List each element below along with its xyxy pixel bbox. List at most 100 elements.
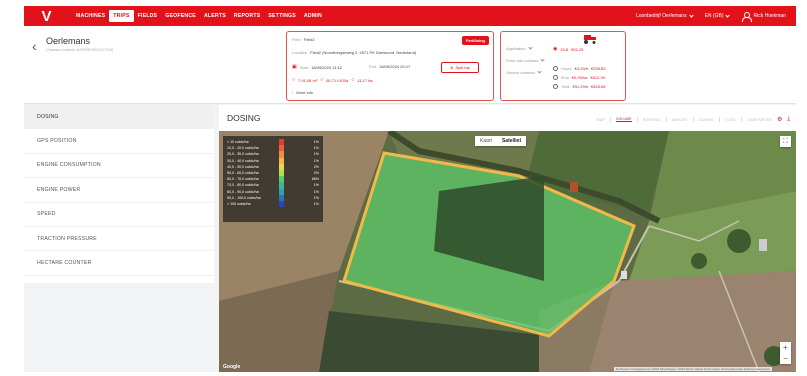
application-cost: €52,29 [571,46,584,52]
legend-range: 80,0 - 90,0 cubic/ha [227,189,259,194]
metrics-row: ○ 7,91,08 m³ ○ 60,71 l/100a ○ 11,17 ha [292,77,373,83]
legend-range: 70,0 - 80,0 cubic/ha [227,183,259,188]
sidebar-item-hectare-counter[interactable]: HECTARE COUNTER [24,251,214,276]
tab-interval[interactable]: INTERVAL [643,118,661,122]
fullscreen-icon[interactable]: ⛶ [780,136,791,147]
farm-building [621,271,627,279]
total-radio[interactable] [553,84,558,89]
application-value: 20,8 [560,46,569,52]
tab-dosing[interactable]: DOSING [699,118,714,122]
ha-radio[interactable] [553,75,558,80]
user-menu[interactable]: Rick Hoekman [741,11,786,22]
legend-range: 40,0 - 50,0 cubic/ha [227,164,259,169]
legend-percentage: 1% [313,195,319,200]
company-selector[interactable]: Loonbedrijf Oerlemans [636,12,694,19]
legend-percentage: 1% [313,201,319,206]
nav-menu: MACHINES TRIPS FIELDS GEOFENCE ALERTS RE… [72,6,326,26]
tab-divider [718,117,720,122]
farm-building [759,239,767,251]
field-value: Field2 [303,37,315,42]
zoom-out-button[interactable]: − [780,353,791,364]
legend-percentage: 1% [313,158,319,163]
total-total: €815,66 [591,84,606,89]
language-selector[interactable]: EN (GB) [705,12,731,19]
sidebar-item-engine-consumption[interactable]: ENGINE CONSUMPTION [24,154,214,179]
legend-percentage: 1% [313,183,319,188]
ha-label: €/ha [561,75,569,80]
volume-icon: ○ [292,77,296,83]
legend-swatch [279,200,284,208]
service-contract-row[interactable]: Service contract [506,69,542,75]
split-trip-label: Split trip [455,65,470,70]
dosing-legend: < 10 cubic/ha 1% 10,0 - 20,0 cubic/ha 1% 20,… [223,136,323,222]
tab-divider [636,117,638,122]
tab-amount[interactable]: AMOUNT [672,118,688,122]
tab-map[interactable]: MAP [597,118,605,122]
hours-radio[interactable] [553,66,558,71]
split-icon: ⋔ [450,65,454,70]
metric-dose: 60,71 l/100a [326,77,349,83]
brand-logo[interactable]: V [24,6,68,26]
tab-volume[interactable]: VOLUME [615,117,632,122]
tractor-icon [584,35,596,44]
settings-icon[interactable]: ⚙ [777,116,782,123]
split-trip-button[interactable]: ⋔ Split trip [441,62,479,73]
download-icon[interactable]: ⤓ [787,116,790,123]
nav-right: Loonbedrijf Oerlemans EN (GB) Rick Hoekm… [636,11,796,22]
top-nav: V MACHINES TRIPS FIELDS GEOFENCE ALERTS … [24,6,796,26]
hours-row: Hours €4,29/h €295,83 [553,66,606,71]
sidebar-item-speed[interactable]: SPEED [24,203,214,227]
sidebar-item-gps-position[interactable]: GPS POSITION [24,129,214,154]
sidebar-item-traction-pressure[interactable]: TRACTION PRESSURE [24,227,214,252]
location-row: Location Field2 (Noordbergseweg 2, 4571 … [292,50,416,55]
nav-item-fields[interactable]: FIELDS [134,6,162,26]
tab-total[interactable]: TOTAL [725,118,737,122]
ha-rate: €0,93/ha [571,75,588,80]
nav-item-trips[interactable]: TRIPS [109,10,134,22]
nav-item-settings[interactable]: SETTINGS [264,6,300,26]
location-value: Field2 (Noordbergseweg 2, 4571 PK Driewo… [310,50,417,55]
field-row: Field Field2 [292,37,315,42]
nav-item-admin[interactable]: ADMIN [300,6,326,26]
legend-percentage: 1% [313,152,319,157]
hours-label: Hours [561,66,572,71]
graph-sidebar: DOSING GPS POSITION ENGINE CONSUMPTION E… [24,105,214,283]
sidebar-item-engine-power[interactable]: ENGINE POWER [24,178,214,203]
satellite-button[interactable]: Satelliet [497,136,526,146]
metric-area: 11,17 ha [357,77,373,83]
main-panel: DOSING MAP VOLUME INTERVAL AMOUNT DOSING… [219,105,796,372]
legend-percentage: 86% [311,177,319,182]
drop-icon: ◉ [553,46,558,52]
price-rate-row[interactable]: Price rate contract [506,57,546,63]
back-arrow-icon[interactable]: ‹ [32,38,37,54]
more-info-row[interactable]: › More info [292,90,313,95]
sidebar-item-dosing[interactable]: DOSING [24,105,214,130]
legend-row: > 100 cubic/ha 1% [227,200,319,208]
legend-range: 60,0 - 70,0 cubic/ha [227,177,259,182]
tab-divider [692,117,694,122]
total-rate: €31,29/h [572,84,589,89]
nav-item-geofence[interactable]: GEOFENCE [161,6,200,26]
zoom-in-button[interactable]: + [780,342,791,353]
ha-total: €612,39 [590,75,605,80]
end-label: End [369,64,377,69]
map-button[interactable]: Kaart [475,136,497,146]
service-contract-label: Service contract [506,70,535,75]
legend-range: 20,0 - 30,0 cubic/ha [227,152,259,157]
price-rate-label: Price rate contract [506,58,539,63]
tab-user-meter[interactable]: USER METER [747,118,772,122]
satellite-map[interactable]: < 10 cubic/ha 1% 10,0 - 20,0 cubic/ha 1% 20,… [219,131,796,372]
legend-range: > 100 cubic/ha [227,201,251,206]
end-row: End 18/09/2024 20:17 [369,64,410,69]
nav-item-machines[interactable]: MACHINES [72,6,109,26]
nav-item-reports[interactable]: REPORTS [230,6,264,26]
trip-header: ‹ Oerlemans Chassis number: AGFRE0003747… [24,26,796,104]
more-info-link[interactable]: More info [296,90,313,95]
tab-divider [665,117,667,122]
chevron-down-icon [688,12,694,18]
legend-range: 10,0 - 20,0 cubic/ha [227,146,259,151]
trip-info-card: Fertilising Field Field2 Location Field2… [286,31,494,101]
legend-percentage: 1% [313,189,319,194]
nav-item-alerts[interactable]: ALERTS [200,6,230,26]
farm-building [570,182,578,192]
